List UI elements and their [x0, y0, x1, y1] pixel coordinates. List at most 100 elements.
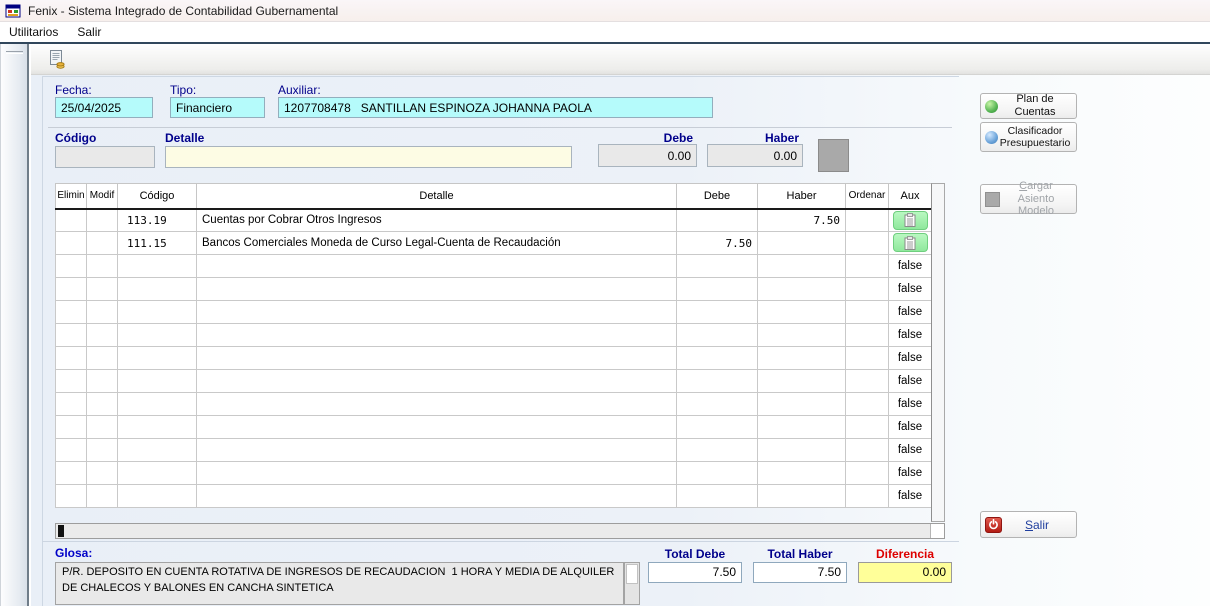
clasificador-label: Clasificador Presupuestario — [998, 125, 1072, 149]
grid-cell-modif — [87, 370, 118, 393]
grid-cell-modif — [87, 255, 118, 278]
haber-entry-label: Haber — [707, 131, 799, 145]
grid-vertical-scrollbar[interactable] — [931, 183, 945, 522]
codigo-entry-label: Código — [55, 131, 96, 145]
app-icon — [5, 3, 21, 19]
grid-cell-modif — [87, 347, 118, 370]
left-splitter-panel[interactable] — [0, 44, 29, 606]
grid-cell-codigo — [118, 439, 197, 462]
gray-square-icon — [985, 192, 1000, 207]
plan-de-cuentas-label: Plan de Cuentas — [998, 93, 1072, 118]
grid-cell-debe — [677, 370, 758, 393]
grid-cell-codigo — [118, 278, 197, 301]
diferencia-label: Diferencia — [858, 547, 952, 561]
clasificador-line1: Clasificador — [1008, 125, 1063, 137]
grid-header-aux: Aux — [889, 184, 932, 209]
grid-cell-detalle — [197, 462, 677, 485]
gray-square-button[interactable] — [818, 139, 849, 172]
grid-cell-elimin — [56, 347, 87, 370]
grid-cell-ordenar — [846, 278, 889, 301]
aux-button[interactable] — [893, 211, 928, 230]
grid-cell-haber — [758, 324, 846, 347]
grid-cell-ordenar — [846, 209, 889, 232]
glosa-textarea[interactable]: P/R. DEPOSITO EN CUENTA ROTATIVA DE INGR… — [55, 562, 624, 605]
grid-cell-aux: false — [889, 485, 932, 508]
grid-cell-modif — [87, 232, 118, 255]
grid-horizontal-scrollbar[interactable] — [55, 523, 945, 539]
notepad-icon — [904, 236, 916, 250]
grid-cell-codigo — [118, 370, 197, 393]
grid-cell-aux: false — [889, 393, 932, 416]
grid-cell-elimin — [56, 416, 87, 439]
grid-cell-elimin — [56, 370, 87, 393]
grid-row[interactable]: false — [56, 416, 932, 439]
grid-row[interactable]: false — [56, 278, 932, 301]
grid-row[interactable]: 113.19Cuentas por Cobrar Otros Ingresos7… — [56, 209, 932, 232]
grid-cell-ordenar — [846, 232, 889, 255]
grid-row[interactable]: false — [56, 462, 932, 485]
grid-cell-debe — [677, 416, 758, 439]
haber-entry-input[interactable] — [707, 144, 803, 167]
grid-cell-elimin — [56, 439, 87, 462]
grid-cell-elimin — [56, 485, 87, 508]
grid-cell-detalle: Cuentas por Cobrar Otros Ingresos — [197, 209, 677, 232]
grid-cell-aux: false — [889, 324, 932, 347]
grid-header-ordenar: Ordenar — [846, 184, 889, 209]
grid-cell-elimin — [56, 209, 87, 232]
auxiliar-input[interactable] — [278, 97, 713, 118]
tipo-label: Tipo: — [170, 83, 196, 97]
grid-cell-ordenar — [846, 301, 889, 324]
plan-de-cuentas-button[interactable]: Plan de Cuentas — [980, 93, 1077, 119]
new-entry-button[interactable] — [44, 47, 70, 73]
grid-cell-haber — [758, 462, 846, 485]
menu-item-salir[interactable]: Salir — [68, 22, 111, 42]
grid-cell-detalle — [197, 416, 677, 439]
cargar-asiento-label: Cargar Asiento Modelo — [1000, 180, 1072, 218]
grid-row[interactable]: false — [56, 301, 932, 324]
aux-button[interactable] — [893, 233, 928, 252]
tipo-input[interactable] — [170, 97, 265, 118]
grid-cell-detalle — [197, 278, 677, 301]
power-icon — [985, 517, 1002, 533]
grid-row[interactable]: false — [56, 347, 932, 370]
cargar-asiento-modelo-button[interactable]: Cargar Asiento Modelo — [980, 184, 1077, 214]
grid-cell-codigo — [118, 416, 197, 439]
grid-row[interactable]: false — [56, 393, 932, 416]
scrollbar-thumb[interactable] — [58, 525, 64, 537]
grid-cell-modif — [87, 462, 118, 485]
grid-cell-detalle: Bancos Comerciales Moneda de Curso Legal… — [197, 232, 677, 255]
grid-row[interactable]: false — [56, 439, 932, 462]
grid-cell-ordenar — [846, 347, 889, 370]
grid-header-codigo: Código — [118, 184, 197, 209]
grid-cell-elimin — [56, 393, 87, 416]
grid-cell-ordenar — [846, 416, 889, 439]
grid-row[interactable]: false — [56, 485, 932, 508]
total-haber-value: 7.50 — [753, 562, 847, 583]
document-with-coins-icon — [47, 49, 68, 70]
grid-row[interactable]: false — [56, 255, 932, 278]
grid-cell-aux: false — [889, 301, 932, 324]
detalle-entry-input[interactable] — [165, 146, 572, 168]
grid-cell-codigo — [118, 324, 197, 347]
grid-cell-ordenar — [846, 393, 889, 416]
grid-row[interactable]: 111.15Bancos Comerciales Moneda de Curso… — [56, 232, 932, 255]
grid-cell-elimin — [56, 301, 87, 324]
menu-item-utilitarios[interactable]: Utilitarios — [0, 22, 68, 42]
debe-entry-input[interactable] — [598, 144, 697, 167]
codigo-entry-input[interactable] — [55, 146, 155, 168]
grid-cell-debe — [677, 485, 758, 508]
salir-label: Salir — [1002, 518, 1072, 532]
grid-cell-debe — [677, 324, 758, 347]
grid-cell-haber — [758, 393, 846, 416]
clasificador-presupuestario-button[interactable]: Clasificador Presupuestario — [980, 122, 1077, 152]
glosa-scrollbar[interactable] — [624, 562, 640, 605]
grid-cell-elimin — [56, 255, 87, 278]
grid-row[interactable]: false — [56, 370, 932, 393]
glosa-scrollbar-thumb[interactable] — [626, 564, 638, 584]
grid-row[interactable]: false — [56, 324, 932, 347]
salir-button[interactable]: Salir — [980, 511, 1077, 538]
total-haber-label: Total Haber — [753, 547, 847, 561]
grid-cell-elimin — [56, 462, 87, 485]
entries-grid: Elimin Modif Código Detalle Debe Haber O… — [55, 183, 932, 508]
fecha-input[interactable] — [55, 97, 153, 118]
